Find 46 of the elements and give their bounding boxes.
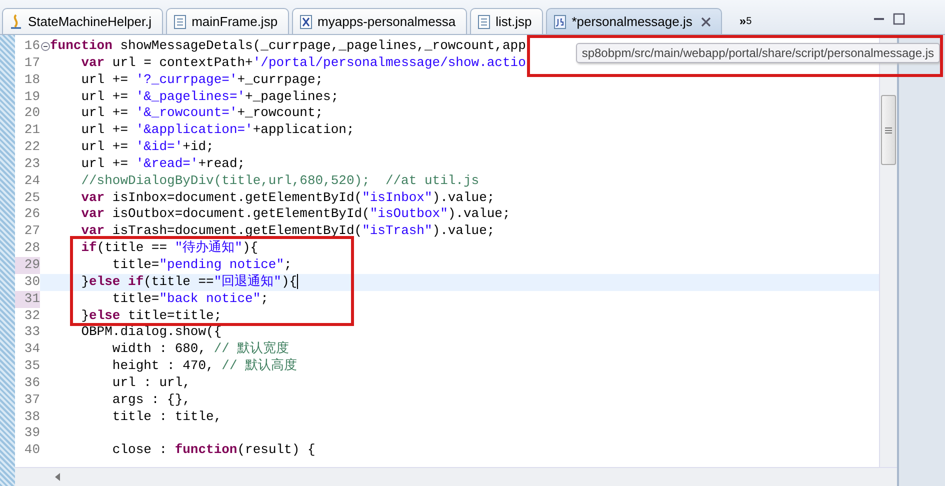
code-line: title : title, (111, 408, 222, 426)
code-line: //showDialogByDiv(title,url,680,520); //at util.js (80, 172, 480, 190)
code-line: url += '&_pagelines='+_pagelines; (80, 88, 339, 106)
code-line: close : function(result) { (111, 442, 316, 460)
editor-tab[interactable]: myapps-personalmessa (292, 8, 467, 34)
text-cursor (297, 274, 298, 289)
maximize-icon[interactable] (893, 13, 905, 25)
java-file-icon (9, 14, 23, 30)
code-line: if(title == "待办通知"){ (80, 240, 258, 257)
scrollbar-thumb[interactable] (881, 95, 896, 165)
editor-tab[interactable]: mainFrame.jsp (166, 8, 289, 34)
code-line: args : {}, (111, 392, 190, 409)
code-line: url += '&_rowcount='+_rowcount; (80, 105, 324, 122)
horizontal-scrollbar[interactable] (15, 467, 897, 486)
js-file-icon (552, 14, 567, 30)
code-line: var isInbox=document.getElementById("isInbox").value; (80, 190, 495, 206)
code-line: function showMessageDetals(_currpage,_pagelines,_rowcount,app (50, 38, 526, 55)
grip-icon (885, 126, 892, 134)
code-line: }else if(title =="回退通知"){ (80, 274, 298, 291)
file-icon (476, 14, 491, 30)
code-line: title="back notice"; (111, 290, 268, 308)
code-line: var isTrash=document.getElementById("isTrash").value; (80, 223, 495, 240)
path-tooltip: sp8obpm/src/main/webapp/portal/share/script/personalmessage.js (576, 43, 940, 63)
code-line: url += '&id='+id; (80, 139, 214, 156)
code-line: url : url, (111, 374, 190, 392)
editor-tab[interactable]: list.jsp (470, 8, 543, 34)
code-line: var isOutbox=document.getElementById("isOutbox").value; (80, 206, 510, 224)
left-arrow-icon[interactable] (55, 473, 61, 481)
code-line: width : 680, // 默认宽度 (111, 341, 290, 358)
code-line: }else title=title; (80, 308, 222, 324)
code-line: var url = contextPath+'/portal/personalmessage/show.actio (80, 54, 526, 72)
line-number: 29 (15, 256, 40, 274)
code-line: OBPM.dialog.show({ (80, 324, 222, 342)
collapse-icon[interactable] (40, 42, 50, 51)
code-line: height : 470, // 默认高度 (111, 358, 298, 375)
code-line: title="pending notice"; (111, 256, 292, 274)
code-line: url += '?_currpage='+_currpage; (80, 72, 324, 89)
file-icon (172, 14, 187, 30)
close-icon[interactable] (701, 16, 712, 26)
editor-tab[interactable]: StateMachineHelper.j (2, 8, 163, 34)
xml-file-icon (298, 14, 313, 30)
code-line: url += '&read='+read; (80, 156, 246, 173)
editor-tab[interactable]: *personalmessage.js (546, 8, 722, 34)
line-number: 30 (15, 274, 40, 291)
line-number: 31 (15, 290, 40, 308)
code-line: url += '&application='+application; (80, 122, 354, 140)
